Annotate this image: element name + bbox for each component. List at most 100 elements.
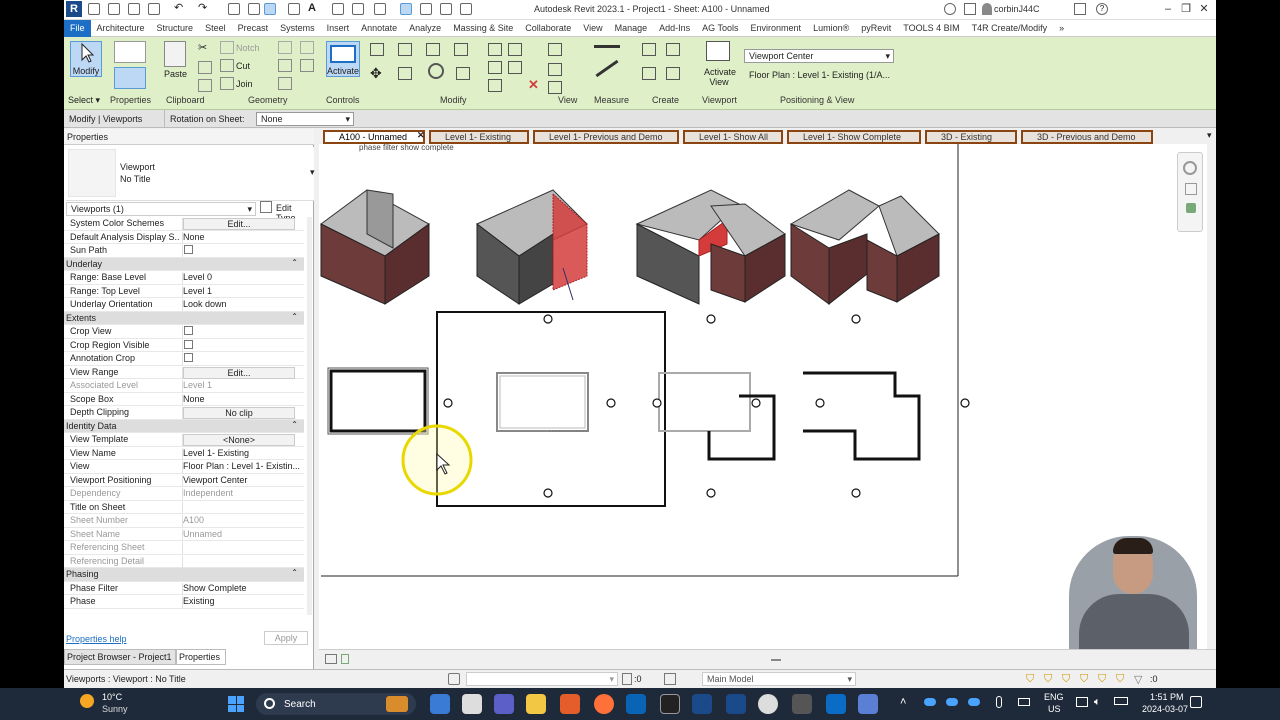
property-section[interactable]: Underlay ⌃ (64, 257, 304, 271)
revit-taskbar-icon[interactable] (692, 694, 712, 714)
split-face-icon[interactable] (278, 77, 292, 90)
type-selector[interactable]: Viewport No Title ▾ (66, 147, 315, 201)
instance-filter-select[interactable]: Viewports (1) ▾ (66, 202, 256, 216)
3d-view-icon[interactable] (332, 3, 344, 15)
create-assembly-icon[interactable] (642, 43, 656, 56)
tab-properties[interactable]: Properties (176, 649, 226, 665)
array-icon[interactable] (488, 61, 502, 74)
copy-element-icon[interactable] (398, 67, 412, 80)
property-row[interactable]: Associated Level Level 1 (64, 379, 304, 393)
align-icon[interactable] (370, 43, 384, 56)
menu-insert[interactable]: Insert (321, 20, 356, 37)
checkbox[interactable] (184, 245, 193, 254)
menu-overflow-icon[interactable]: » (1053, 20, 1070, 37)
property-button[interactable]: Edit... (183, 218, 295, 230)
onedrive-3-icon[interactable] (968, 698, 980, 706)
paste-icon[interactable] (164, 41, 186, 67)
join-label[interactable]: Join (236, 79, 253, 89)
revit-2-taskbar-icon[interactable] (726, 694, 746, 714)
section-icon[interactable] (352, 3, 364, 15)
copy-icon[interactable] (198, 61, 212, 74)
property-row[interactable]: Underlay Orientation Look down (64, 298, 304, 312)
customize-qat-icon[interactable] (460, 3, 472, 15)
type-properties-icon[interactable] (114, 41, 146, 63)
tabs-dropdown-icon[interactable]: ▾ (1207, 130, 1212, 141)
property-value[interactable]: Show Complete (182, 582, 300, 595)
property-row[interactable]: Scope Box None (64, 393, 304, 406)
properties-button-icon[interactable] (114, 67, 146, 89)
drag-on-selection-icon[interactable]: ⛉ (1098, 673, 1106, 686)
activate-view-icon[interactable] (706, 41, 730, 61)
checkbox[interactable] (184, 326, 193, 335)
aligned-dimension-icon[interactable] (264, 3, 276, 15)
property-row[interactable]: Phase Existing (64, 595, 304, 609)
menu-collaborate[interactable]: Collaborate (519, 20, 577, 37)
beam-join-icon[interactable] (300, 41, 314, 54)
view-scale-icon[interactable] (325, 654, 337, 664)
text-icon[interactable]: A (308, 3, 320, 15)
user-name[interactable]: corbinJ44C (994, 4, 1040, 14)
mirror-pick-axis-icon[interactable] (426, 43, 440, 56)
checkbox[interactable] (184, 339, 193, 349)
select-by-face-icon[interactable]: ⛉ (1080, 673, 1088, 686)
firefox-icon[interactable] (594, 694, 614, 714)
onedrive-icon[interactable] (924, 698, 936, 706)
property-row[interactable]: Referencing Sheet (64, 541, 304, 555)
hide-in-view-icon[interactable] (548, 43, 562, 56)
close-icon[interactable]: ✕ (1196, 2, 1212, 16)
tab-project-browser[interactable]: Project Browser - Project1 (64, 649, 176, 665)
property-value[interactable] (182, 326, 300, 338)
select-links-icon[interactable]: ⛉ (1026, 673, 1034, 686)
select-underlay-icon[interactable]: ⛉ (1044, 673, 1052, 686)
move-icon[interactable]: ✥ (370, 65, 382, 82)
apply-button[interactable]: Apply (264, 631, 308, 645)
menu-environment[interactable]: Environment (745, 20, 808, 37)
tile-icon[interactable] (440, 3, 452, 15)
menu-file[interactable]: File (64, 19, 91, 37)
menu-t4r-create-modify[interactable]: T4R Create/Modify (966, 20, 1054, 37)
menu-precast[interactable]: Precast (232, 20, 275, 37)
modify-button[interactable]: Modify (70, 41, 102, 77)
microphone-icon[interactable] (996, 696, 1002, 708)
menu-lumion[interactable]: Lumion® (807, 20, 855, 37)
property-section[interactable]: Identity Data ⌃ (64, 419, 304, 433)
property-value[interactable]: No clip (182, 407, 300, 419)
cut-label[interactable]: Cut (236, 61, 250, 71)
tag-icon[interactable] (288, 3, 300, 15)
notion-icon[interactable] (660, 694, 680, 714)
properties-scrollbar[interactable] (307, 217, 312, 615)
notch-icon[interactable] (220, 41, 234, 54)
property-value[interactable] (182, 245, 300, 257)
property-row[interactable]: Sheet Number A100 (64, 514, 304, 528)
tab-3d-existing[interactable]: 3D - Existing (925, 130, 1017, 144)
lang-top[interactable]: ENG (1044, 692, 1064, 702)
collapse-icon[interactable]: ⌃ (291, 258, 298, 267)
menu-analyze[interactable]: Analyze (403, 20, 447, 37)
restore-icon[interactable]: ❐ (1178, 2, 1194, 16)
tab-level1-previous-demo[interactable]: Level 1- Previous and Demo (533, 130, 679, 144)
property-value[interactable]: Floor Plan : Level 1- Existin... (182, 461, 300, 473)
wall-joins-icon[interactable] (278, 41, 292, 54)
property-value[interactable]: <None> (182, 434, 300, 446)
tab-a100[interactable]: A100 - Unnamed (323, 130, 425, 144)
background-process-icon[interactable]: ⛉ (1116, 673, 1124, 686)
delete-icon[interactable]: ✕ (528, 77, 539, 93)
property-row[interactable]: Annotation Crop (64, 352, 304, 366)
property-value[interactable]: Level 1 (182, 285, 300, 298)
tab-level1-show-complete[interactable]: Level 1- Show Complete (787, 130, 921, 144)
home-icon[interactable] (88, 3, 100, 15)
clock-date[interactable]: 2024-03-07 (1142, 704, 1188, 714)
horizontal-scroll-thumb[interactable] (771, 659, 781, 661)
minimize-icon[interactable]: – (1160, 2, 1176, 16)
property-button[interactable]: Edit... (183, 366, 295, 379)
app-icon[interactable] (792, 694, 812, 714)
scale-icon[interactable] (488, 79, 502, 92)
sun-icon[interactable] (80, 694, 94, 708)
nav-options-icon[interactable] (1186, 203, 1196, 213)
cut-geometry-icon[interactable] (220, 59, 234, 72)
task-view-icon[interactable] (462, 694, 482, 714)
volume-icon[interactable]: 🔈︎ (1094, 696, 1101, 709)
switch-windows-icon[interactable] (400, 3, 412, 15)
paste-label[interactable]: Paste (164, 69, 187, 79)
activate-view-label[interactable]: Activate View (704, 67, 736, 87)
